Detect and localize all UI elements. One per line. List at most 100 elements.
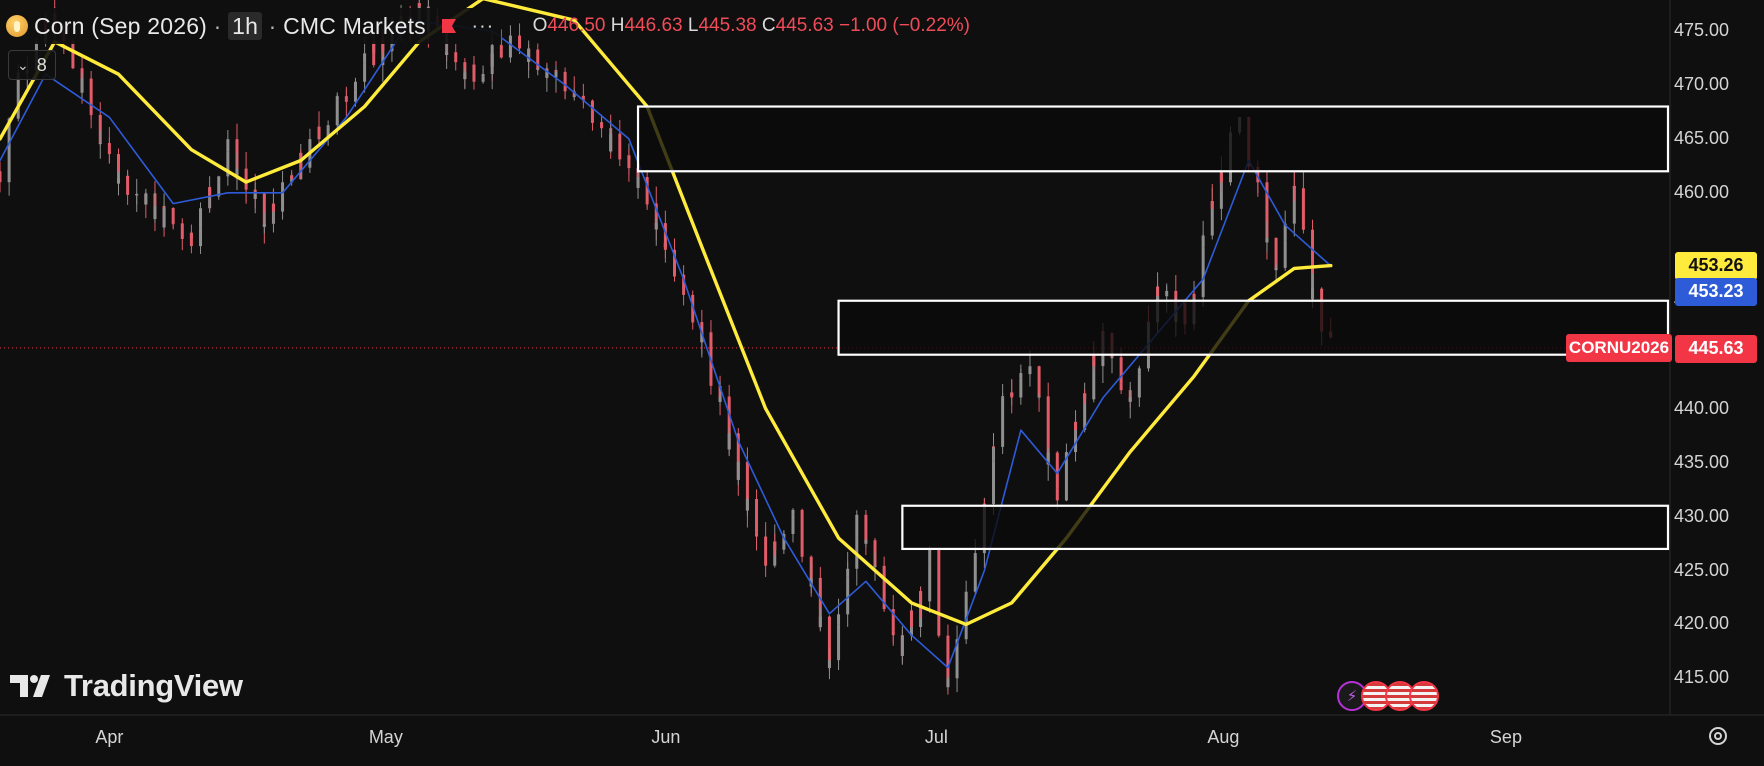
candle-body: [80, 78, 84, 93]
settings-gear-icon[interactable]: [1705, 723, 1731, 749]
candle-body: [745, 499, 749, 511]
candle-body: [800, 554, 804, 557]
candle-body: [1119, 383, 1123, 391]
candle-body: [909, 610, 913, 628]
candle-body: [1219, 172, 1223, 183]
candle-body: [919, 591, 923, 602]
symbol-name: Corn (Sep 2026): [34, 12, 208, 39]
economic-events[interactable]: ⚡: [1337, 681, 1439, 711]
candle-body: [718, 396, 722, 402]
indicators-toggle[interactable]: ⌄ 8: [8, 50, 56, 80]
price-tick-label: 420.00: [1674, 613, 1730, 634]
open-label: O: [532, 15, 548, 36]
candle-body: [1064, 459, 1068, 501]
candle-body: [335, 96, 339, 101]
flag-icon[interactable]: [440, 17, 458, 35]
candle-body: [1301, 225, 1305, 230]
change-value: −1.00 (−0.22%): [839, 15, 970, 36]
candle-body: [417, 3, 421, 7]
candle-body: [199, 208, 203, 228]
candle-body: [846, 568, 850, 577]
candle-body: [290, 175, 294, 180]
candle-body: [162, 208, 166, 228]
time-tick-label: Jul: [924, 727, 948, 747]
candle-body: [1001, 396, 1005, 398]
candle-body: [107, 148, 111, 155]
zone-rectangle-1: [636, 105, 1670, 173]
candle-body: [572, 95, 576, 97]
candle-body: [208, 187, 212, 197]
candle-body: [1028, 366, 1032, 374]
close-label: C: [761, 15, 776, 36]
candle-body: [937, 550, 941, 613]
price-axis[interactable]: [1670, 0, 1764, 766]
tradingview-logo[interactable]: TradingView: [10, 668, 243, 704]
candle-body: [928, 563, 932, 602]
candle-body: [1192, 293, 1196, 298]
symbol-code-badge: CORNU2026: [1566, 334, 1672, 362]
candle-body: [326, 125, 330, 128]
candle-body: [827, 660, 831, 665]
candle-body: [98, 143, 102, 145]
candle-body: [727, 433, 731, 450]
tradingview-logo-icon: [10, 675, 50, 697]
price-tick-label: 475.00: [1674, 20, 1730, 40]
candle-body: [1019, 373, 1023, 379]
candle-body: [1274, 267, 1278, 271]
candle-body: [928, 550, 932, 564]
low-label: L: [687, 15, 699, 36]
price-tick-label: 430.00: [1674, 505, 1730, 526]
candle-body: [1165, 290, 1169, 295]
candle-body: [900, 635, 904, 656]
candle-body: [982, 503, 986, 505]
candle-body: [600, 122, 604, 129]
candle-body: [1201, 235, 1205, 248]
candle-body: [472, 64, 476, 82]
candle-body: [818, 616, 822, 628]
candle-body: [773, 541, 777, 550]
us-flag-event-icon[interactable]: [1409, 681, 1439, 711]
candle-body: [116, 178, 120, 184]
candle-body: [445, 52, 449, 55]
high-value: 446.63: [624, 15, 683, 36]
price-tick-label: 415.00: [1674, 667, 1730, 688]
tradingview-logo-text: TradingView: [64, 668, 243, 703]
price-chart[interactable]: [0, 0, 1764, 766]
candle-body: [490, 45, 494, 67]
candle-body: [837, 614, 841, 625]
candle-body: [1292, 185, 1296, 189]
candle-body: [363, 53, 367, 64]
symbol-info[interactable]: Corn (Sep 2026) · 1h · CMC Markets ∙∙∙: [0, 8, 501, 44]
low-value: 445.38: [698, 15, 757, 36]
candle-body: [16, 81, 20, 119]
time-tick-label: Jun: [651, 727, 681, 747]
candle-body: [372, 42, 376, 66]
corn-coin-icon: [6, 15, 28, 37]
candle-body: [89, 113, 93, 115]
candle-body: [454, 58, 458, 63]
candle-body: [481, 74, 485, 77]
candle-body: [1265, 237, 1269, 243]
zone-rectangle-3: [901, 504, 1670, 551]
last-price-badge: 445.63: [1675, 334, 1757, 363]
interval-label[interactable]: 1h: [228, 11, 263, 40]
candle-body: [855, 514, 859, 538]
candle-body: [1311, 288, 1315, 300]
ohlc-values: O446.50 H446.63 L445.38 C445.63 −1.00 (−…: [533, 15, 970, 37]
data-source: CMC Markets: [283, 12, 426, 39]
candle-body: [873, 565, 877, 568]
ma-slow-price-badge: 453.26: [1675, 251, 1757, 280]
candle-body: [189, 232, 193, 247]
candle-body: [253, 193, 257, 199]
close-value: 445.63: [775, 15, 834, 36]
more-menu-button[interactable]: ∙∙∙: [472, 15, 495, 38]
ma-fast-price-badge: 453.23: [1675, 277, 1757, 306]
chart-legend: Corn (Sep 2026) · 1h · CMC Markets ∙∙∙ O…: [0, 8, 970, 44]
candle-body: [353, 81, 357, 90]
candle-body: [946, 678, 950, 688]
candle-body: [891, 631, 895, 636]
candle-body: [627, 155, 631, 169]
candle-body: [663, 243, 667, 250]
open-value: 446.50: [547, 15, 606, 36]
candle-body: [463, 72, 467, 80]
